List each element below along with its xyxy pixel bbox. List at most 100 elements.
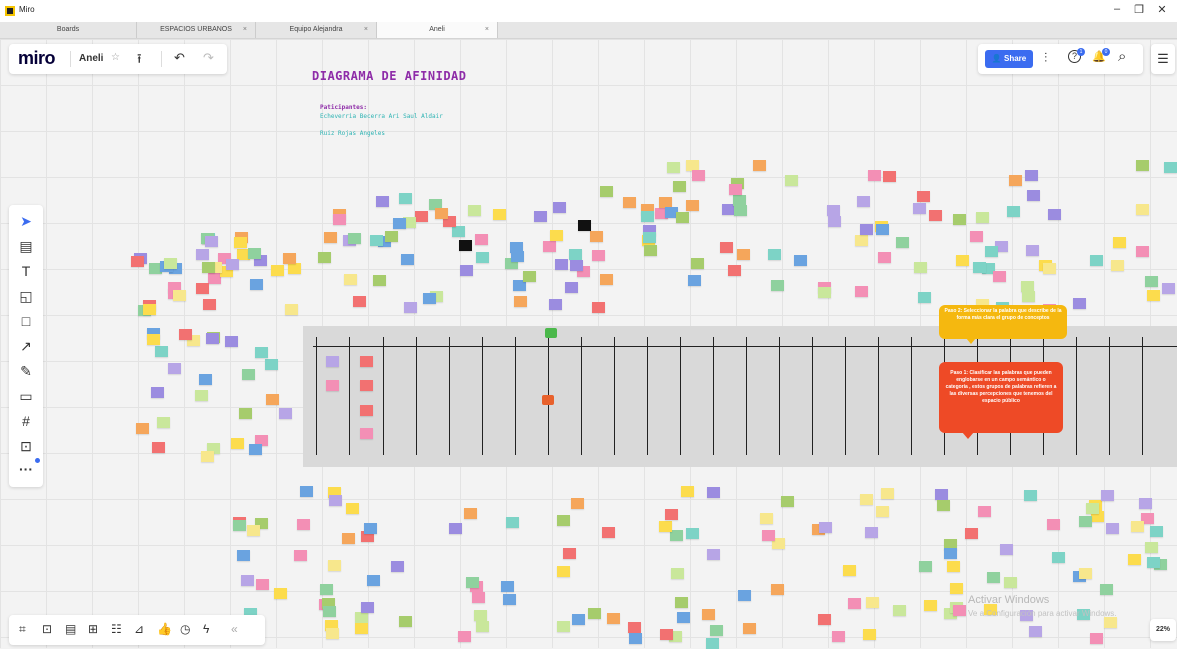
sticky-note[interactable] — [283, 253, 296, 264]
sticky-note[interactable] — [857, 196, 870, 207]
sticky-note[interactable] — [206, 333, 219, 344]
sticky-note[interactable] — [707, 487, 720, 498]
sticky-note[interactable] — [360, 380, 373, 391]
board-name[interactable]: Aneli — [79, 53, 103, 64]
sticky-note[interactable] — [720, 242, 733, 253]
sticky-note[interactable] — [342, 533, 355, 544]
sticky-note[interactable] — [924, 600, 937, 611]
sticky-note[interactable] — [976, 212, 989, 223]
sticky-note[interactable] — [688, 275, 701, 286]
sticky-note[interactable] — [876, 224, 889, 235]
sticky-note[interactable] — [692, 170, 705, 181]
sticky-note[interactable] — [250, 279, 263, 290]
sticky-note[interactable] — [225, 336, 238, 347]
sticky-note[interactable] — [370, 235, 383, 246]
sticky-note[interactable] — [832, 631, 845, 642]
sticky-note[interactable] — [324, 232, 337, 243]
sticky-note[interactable] — [818, 614, 831, 625]
select-tool-icon[interactable]: ➤ — [9, 213, 43, 230]
sticky-note[interactable] — [1026, 245, 1039, 256]
sticky-note[interactable] — [686, 528, 699, 539]
sticky-note[interactable] — [415, 211, 428, 222]
sticky-note[interactable] — [474, 610, 487, 621]
sticky-note[interactable] — [468, 205, 481, 216]
sticky-note[interactable] — [878, 252, 891, 263]
sticky-note[interactable] — [256, 579, 269, 590]
sticky-note[interactable] — [868, 170, 881, 181]
sticky-note[interactable] — [1136, 204, 1149, 215]
sticky-note[interactable] — [675, 597, 688, 608]
sticky-note[interactable] — [320, 584, 333, 595]
sticky-note[interactable] — [677, 612, 690, 623]
sticky-note[interactable] — [393, 218, 406, 229]
sticky-note[interactable] — [279, 408, 292, 419]
sticky-note[interactable] — [600, 274, 613, 285]
sticky-note[interactable] — [361, 602, 374, 613]
sticky-note[interactable] — [1022, 291, 1035, 302]
sticky-note[interactable] — [919, 561, 932, 572]
sticky-note[interactable] — [255, 347, 268, 358]
comment-icon[interactable] — [542, 395, 554, 405]
sticky-note[interactable] — [472, 592, 485, 603]
sticky-note[interactable] — [993, 271, 1006, 282]
sticky-note[interactable] — [753, 160, 766, 171]
sticky-note[interactable] — [549, 299, 562, 310]
sticky-note[interactable] — [706, 638, 719, 649]
sticky-note[interactable] — [1029, 626, 1042, 637]
sticky-note[interactable] — [423, 293, 436, 304]
sticky-note[interactable] — [623, 197, 636, 208]
sticky-note[interactable] — [300, 486, 313, 497]
pen-tool-icon[interactable]: ✎ — [9, 363, 43, 380]
sticky-note[interactable] — [917, 191, 930, 202]
sticky-note[interactable] — [592, 250, 605, 261]
sticky-note[interactable] — [1145, 542, 1158, 553]
sticky-note[interactable] — [523, 271, 536, 282]
sticky-note[interactable] — [865, 527, 878, 538]
sticky-note[interactable] — [404, 302, 417, 313]
sticky-note[interactable] — [659, 521, 672, 532]
sticky-note[interactable] — [667, 162, 680, 173]
sticky-note[interactable] — [179, 329, 192, 340]
sticky-note[interactable] — [493, 209, 506, 220]
sticky-note[interactable] — [729, 184, 742, 195]
sticky-note[interactable] — [600, 186, 613, 197]
sticky-note[interactable] — [1113, 237, 1126, 248]
sticky-note[interactable] — [557, 515, 570, 526]
presentation-icon[interactable]: ⊡ — [42, 622, 52, 636]
sticky-note[interactable] — [514, 296, 527, 307]
sticky-note[interactable] — [460, 265, 473, 276]
sticky-note[interactable] — [326, 356, 339, 367]
sticky-note[interactable] — [734, 205, 747, 216]
sticky-note[interactable] — [602, 527, 615, 538]
collapse-icon[interactable]: « — [231, 622, 238, 636]
sticky-note[interactable] — [266, 394, 279, 405]
sticky-note[interactable] — [173, 290, 186, 301]
sticky-note[interactable] — [226, 259, 239, 270]
sticky-note[interactable] — [131, 256, 144, 267]
sticky-note[interactable] — [1004, 577, 1017, 588]
sticky-note[interactable] — [151, 387, 164, 398]
sticky-note[interactable] — [1079, 516, 1092, 527]
notes-icon[interactable]: ☰ — [1151, 44, 1175, 74]
more-tools-icon[interactable]: ··· — [9, 461, 43, 477]
step2-callout[interactable]: Paso 2: Seleccionar la palabra que descr… — [939, 305, 1067, 339]
close-icon[interactable]: × — [243, 22, 247, 38]
sticky-note[interactable] — [592, 302, 605, 313]
sticky-note[interactable] — [326, 628, 339, 639]
sticky-note[interactable] — [157, 417, 170, 428]
sticky-note[interactable] — [452, 226, 465, 237]
sticky-note[interactable] — [543, 241, 556, 252]
sticky-note[interactable] — [328, 560, 341, 571]
sticky-note[interactable] — [590, 231, 603, 242]
sticky-note[interactable] — [565, 282, 578, 293]
sticky-note[interactable] — [843, 565, 856, 576]
sticky-note[interactable] — [681, 486, 694, 497]
sticky-note[interactable] — [555, 259, 568, 270]
sticky-note[interactable] — [629, 633, 642, 644]
sticky-note[interactable] — [168, 363, 181, 374]
sticky-note[interactable] — [1025, 170, 1038, 181]
sticky-note[interactable] — [360, 405, 373, 416]
sticky-note[interactable] — [913, 203, 926, 214]
sticky-note[interactable] — [288, 263, 301, 274]
sticky-note[interactable] — [1079, 568, 1092, 579]
